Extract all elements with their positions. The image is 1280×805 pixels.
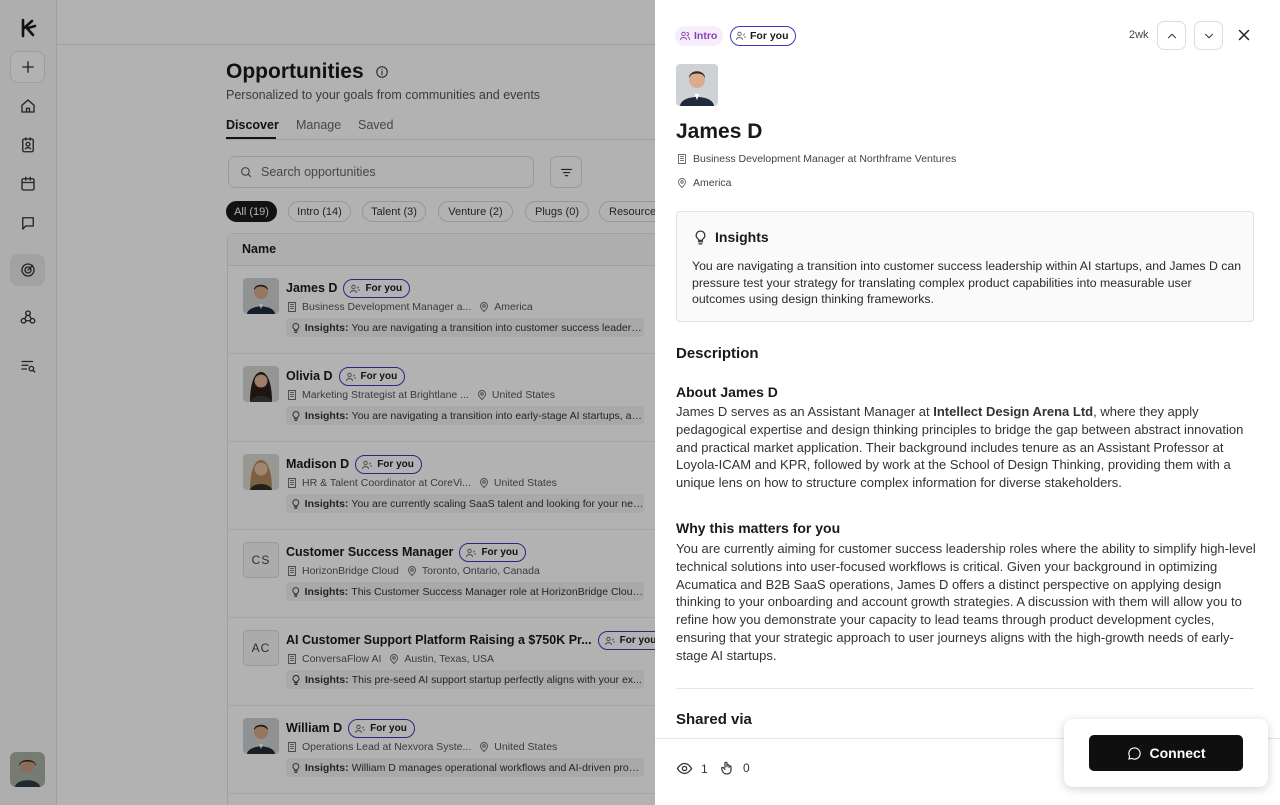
chevron-down-icon [1204, 33, 1213, 38]
eye-icon [676, 762, 693, 775]
profile-location: America [676, 177, 732, 189]
user-spark-icon [736, 31, 746, 40]
profile-name: James D [676, 120, 763, 143]
chat-bubble-icon [1127, 746, 1141, 760]
chevron-up-icon [1167, 33, 1176, 38]
close-button[interactable] [1235, 26, 1253, 44]
hand-pointer-icon [721, 761, 732, 775]
connect-footer: Connect [1064, 719, 1268, 787]
close-icon [1238, 29, 1250, 41]
profile-avatar [676, 64, 718, 106]
insights-text: You are navigating a transition into cus… [692, 259, 1242, 306]
previous-button[interactable] [1157, 21, 1186, 50]
modal-backdrop[interactable] [0, 0, 655, 805]
why-heading: Why this matters for you [676, 520, 841, 536]
users-icon [680, 31, 690, 40]
next-button[interactable] [1194, 21, 1223, 50]
views-count: 1 [676, 760, 708, 777]
building-icon [678, 154, 686, 164]
profile-role: Business Development Manager at Northfra… [676, 153, 956, 165]
shared-via-heading: Shared via [676, 711, 752, 728]
about-heading: About James D [676, 384, 778, 400]
intro-badge: Intro [675, 26, 724, 46]
age-label: 2wk [1129, 29, 1149, 41]
for-you-badge: For you [730, 26, 796, 46]
about-text: James D serves as an Assistant Manager a… [676, 404, 1244, 491]
insights-card: Insights You are navigating a transition… [676, 211, 1254, 322]
detail-panel: Intro For you 2wk James D Business Devel… [655, 0, 1280, 805]
connect-button[interactable]: Connect [1089, 735, 1243, 771]
insights-title: Insights [715, 229, 769, 245]
why-text: You are currently aiming for customer su… [676, 541, 1256, 663]
lightbulb-icon [695, 230, 706, 245]
section-divider [676, 688, 1254, 689]
location-pin-icon [678, 178, 686, 188]
description-heading: Description [676, 345, 759, 362]
plugs-count: 0 [719, 760, 750, 776]
